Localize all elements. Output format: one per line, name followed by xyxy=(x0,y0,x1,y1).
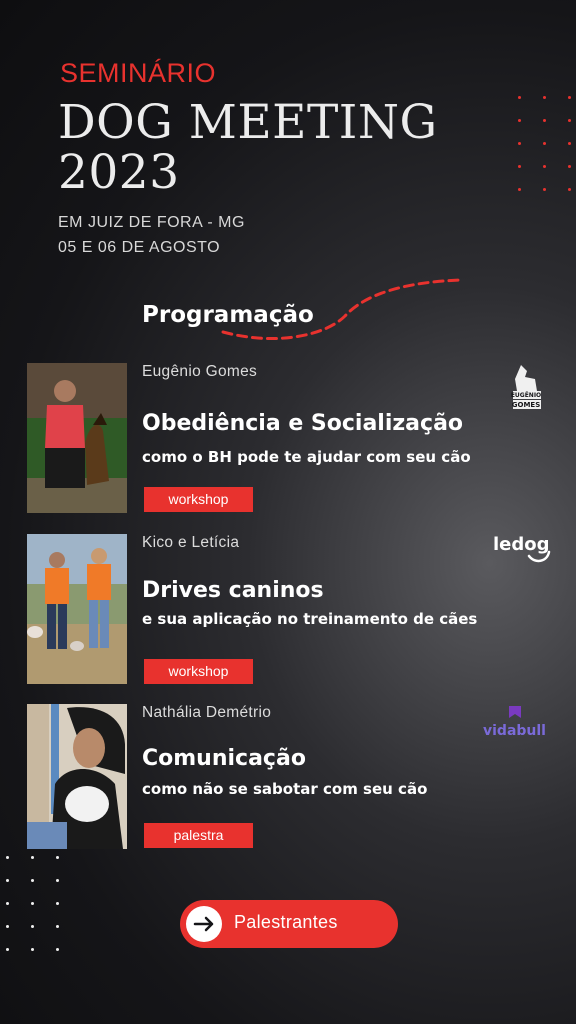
svg-text:EUGÊNIO: EUGÊNIO xyxy=(511,391,541,399)
svg-text:GOMES: GOMES xyxy=(512,401,541,409)
program-item: Eugênio Gomes EUGÊNIO GOMES Obediência e… xyxy=(27,363,557,513)
svg-text:ledog: ledog xyxy=(493,534,550,555)
program-item: Nathália Demétrio vidabull Comunicação c… xyxy=(27,704,557,854)
speakers-button-label: Palestrantes xyxy=(234,912,338,932)
speaker-name: Eugênio Gomes xyxy=(142,363,258,380)
speaker-name: Kico e Letícia xyxy=(142,534,240,551)
event-location: EM JUIZ DE FORA - MG xyxy=(58,214,245,231)
session-title: Comunicação xyxy=(142,746,306,771)
eugenio-gomes-logo: EUGÊNIO GOMES xyxy=(509,363,543,417)
session-subtitle: como o BH pode te ajudar com seu cão xyxy=(142,448,471,466)
decorative-dots-red xyxy=(518,96,571,191)
speaker-photo xyxy=(27,704,127,849)
event-title: DOG MEETING 2023 xyxy=(58,98,438,198)
speaker-name: Nathália Demétrio xyxy=(142,704,272,721)
session-type-badge: palestra xyxy=(144,823,253,848)
speakers-button[interactable]: Palestrantes xyxy=(180,900,398,948)
svg-text:vidabull: vidabull xyxy=(483,723,546,739)
speaker-photo xyxy=(27,534,127,684)
arrow-right-icon xyxy=(186,906,222,942)
event-title-line2: 2023 xyxy=(58,145,180,200)
event-info: EM JUIZ DE FORA - MG 05 E 06 DE AGOSTO xyxy=(58,210,245,260)
event-title-line1: DOG MEETING xyxy=(58,95,438,150)
session-subtitle: como não se sabotar com seu cão xyxy=(142,780,428,798)
event-kicker: SEMINÁRIO xyxy=(60,58,217,88)
session-title: Drives caninos xyxy=(142,578,324,603)
speaker-photo xyxy=(27,363,127,513)
program-item: Kico e Letícia ledog Drives caninos e su… xyxy=(27,534,557,684)
session-subtitle: e sua aplicação no treinamento de cães xyxy=(142,610,478,628)
decorative-dots-white xyxy=(6,856,59,951)
session-title: Obediência e Socialização xyxy=(142,411,464,436)
session-type-badge: workshop xyxy=(144,659,253,684)
event-dates: 05 E 06 DE AGOSTO xyxy=(58,239,221,256)
session-type-badge: workshop xyxy=(144,487,253,512)
program-heading: Programação xyxy=(142,302,314,328)
ledog-logo: ledog xyxy=(493,532,553,570)
vidabull-logo: vidabull xyxy=(483,704,547,744)
